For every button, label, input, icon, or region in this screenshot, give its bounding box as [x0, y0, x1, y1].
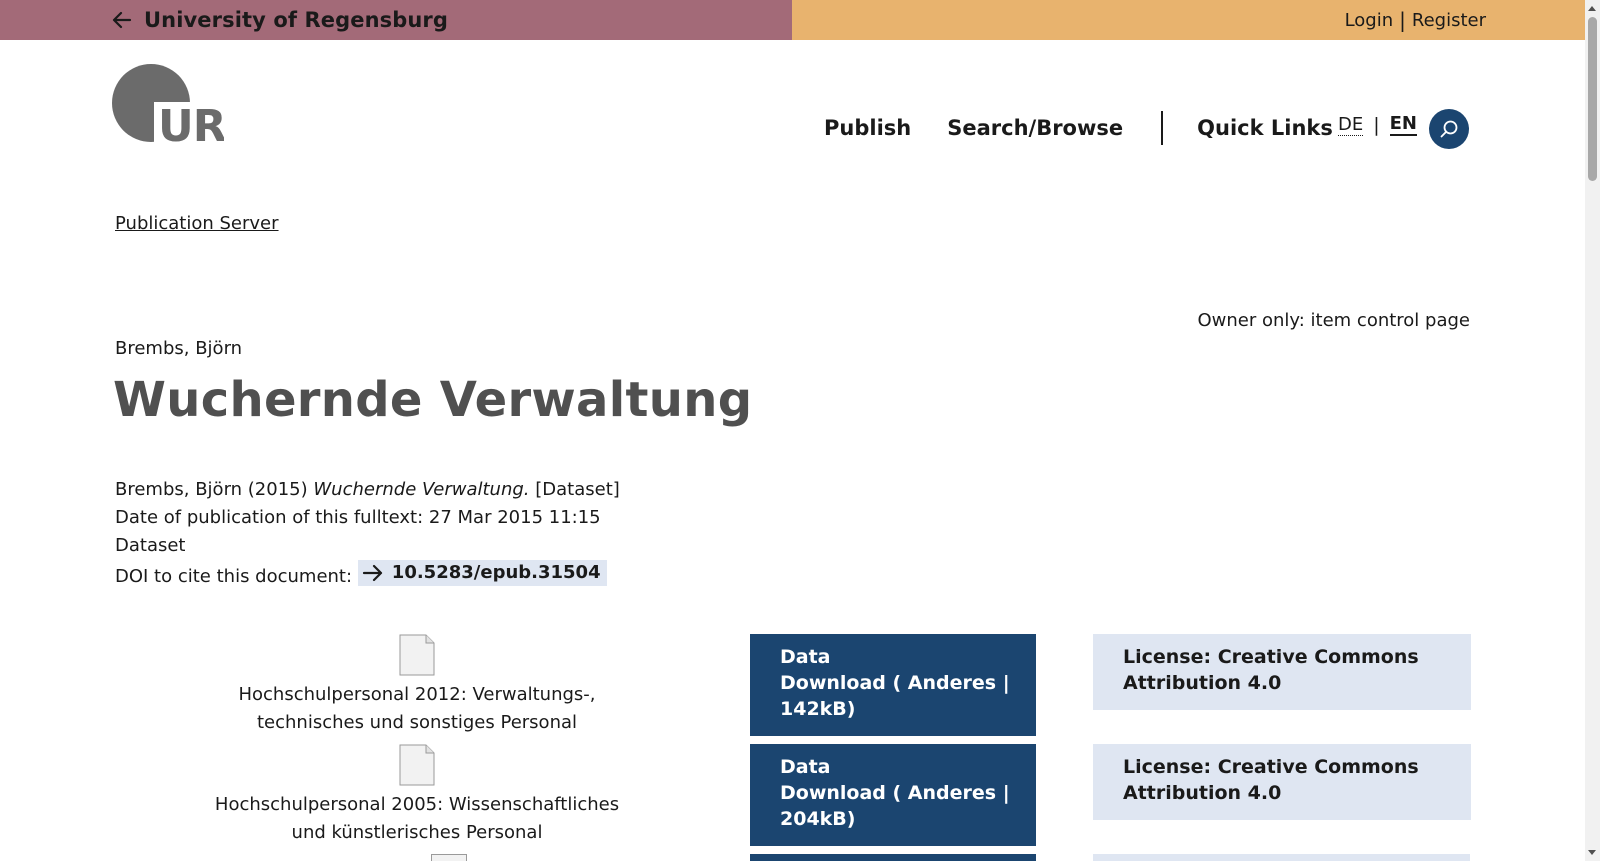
- citation-line: Brembs, Björn (2015) Wuchernde Verwaltun…: [115, 476, 620, 504]
- license-line1: License: Creative Commons: [1123, 756, 1419, 778]
- file-icon[interactable]: [399, 634, 435, 676]
- doi-label: DOI to cite this document:: [115, 566, 353, 587]
- lang-separator: |: [1373, 114, 1380, 136]
- file-icon[interactable]: [399, 744, 435, 786]
- download-label-line2: Download ( Anderes |: [780, 672, 1010, 694]
- arrow-right-icon: [362, 564, 382, 582]
- data-download-button[interactable]: Data Download ( Anderes | 204kB): [750, 744, 1036, 846]
- file-entry: Hochschulpersonal 2005: Wissenschaftlich…: [206, 744, 628, 847]
- register-link[interactable]: Register: [1412, 10, 1486, 31]
- download-label-line3: 204kB): [780, 808, 856, 830]
- download-label-line1: Data: [780, 646, 831, 668]
- file-name: Hochschulpersonal 2012: Verwaltungs-, te…: [238, 684, 596, 733]
- license-line2: Attribution 4.0: [1123, 782, 1282, 804]
- download-label-line1: Data: [780, 756, 831, 778]
- citation-type: [Dataset]: [535, 479, 620, 500]
- license-line2: Attribution 4.0: [1123, 672, 1282, 694]
- license-line1: License: Creative Commons: [1123, 646, 1419, 668]
- main-nav: Publish Search/Browse Quick Links: [824, 108, 1333, 148]
- download-label-line3: 142kB): [780, 698, 856, 720]
- language-switcher: DE | EN: [1338, 114, 1418, 136]
- search-button[interactable]: [1429, 109, 1469, 149]
- scroll-up-arrow[interactable]: [1588, 6, 1596, 11]
- citation-title: Wuchernde Verwaltung.: [313, 479, 530, 500]
- breadcrumb-publication-server[interactable]: Publication Server: [115, 213, 279, 234]
- scroll-down-arrow[interactable]: [1588, 850, 1596, 855]
- item-type: Dataset: [115, 535, 186, 556]
- vertical-scrollbar[interactable]: [1585, 0, 1600, 861]
- owner-item-control-link[interactable]: Owner only: item control page: [1197, 310, 1470, 331]
- doi-line: DOI to cite this document: 10.5283/epub.…: [115, 560, 620, 591]
- file-entry: Hochschulpersonal 2012: Verwaltungs-, te…: [206, 634, 628, 737]
- nav-quick-links[interactable]: Quick Links: [1197, 116, 1333, 140]
- file-row: Hochschulpersonal 2005: Wissenschaftlich…: [115, 744, 1471, 848]
- arrow-left-icon: [112, 11, 132, 29]
- top-bar-right: Login | Register: [792, 0, 1585, 40]
- lang-de-link[interactable]: DE: [1338, 114, 1364, 136]
- university-home-link[interactable]: University of Regensburg: [112, 0, 448, 40]
- login-link[interactable]: Login: [1345, 10, 1394, 31]
- search-icon: [1440, 120, 1458, 138]
- license-box[interactable]: License: Creative Commons Attribution 4.…: [1093, 744, 1471, 820]
- nav-search-browse[interactable]: Search/Browse: [947, 116, 1123, 140]
- ur-logo[interactable]: UR: [112, 64, 224, 144]
- top-bar: University of Regensburg Login | Registe…: [0, 0, 1585, 40]
- lang-en-link[interactable]: EN: [1389, 114, 1418, 136]
- download-label-line2: Download ( Anderes |: [780, 782, 1010, 804]
- page-title: Wuchernde Verwaltung: [113, 372, 753, 428]
- logo-text: UR: [158, 101, 224, 144]
- license-box[interactable]: [1093, 854, 1470, 861]
- nav-publish[interactable]: Publish: [824, 116, 911, 140]
- data-download-button[interactable]: [750, 854, 1036, 861]
- file-icon[interactable]: [431, 854, 467, 861]
- citation-author: Brembs, Björn (2015): [115, 479, 308, 500]
- auth-separator: |: [1399, 8, 1406, 32]
- university-name: University of Regensburg: [144, 8, 449, 32]
- top-bar-left: University of Regensburg: [0, 0, 792, 40]
- scrollbar-thumb[interactable]: [1588, 17, 1597, 181]
- doi-link[interactable]: 10.5283/epub.31504: [357, 560, 607, 586]
- publication-date: Date of publication of this fulltext: 27…: [115, 507, 601, 528]
- data-download-button[interactable]: Data Download ( Anderes | 142kB): [750, 634, 1036, 736]
- license-box[interactable]: License: Creative Commons Attribution 4.…: [1093, 634, 1471, 710]
- file-row-partial: [115, 854, 1470, 861]
- record-author: Brembs, Björn: [115, 338, 243, 359]
- file-row: Hochschulpersonal 2012: Verwaltungs-, te…: [115, 634, 1471, 738]
- citation-block: Brembs, Björn (2015) Wuchernde Verwaltun…: [115, 476, 620, 591]
- auth-links: Login | Register: [1345, 0, 1486, 40]
- file-name: Hochschulpersonal 2005: Wissenschaftlich…: [214, 794, 620, 843]
- nav-divider: [1161, 111, 1164, 145]
- doi-value: 10.5283/epub.31504: [391, 562, 601, 583]
